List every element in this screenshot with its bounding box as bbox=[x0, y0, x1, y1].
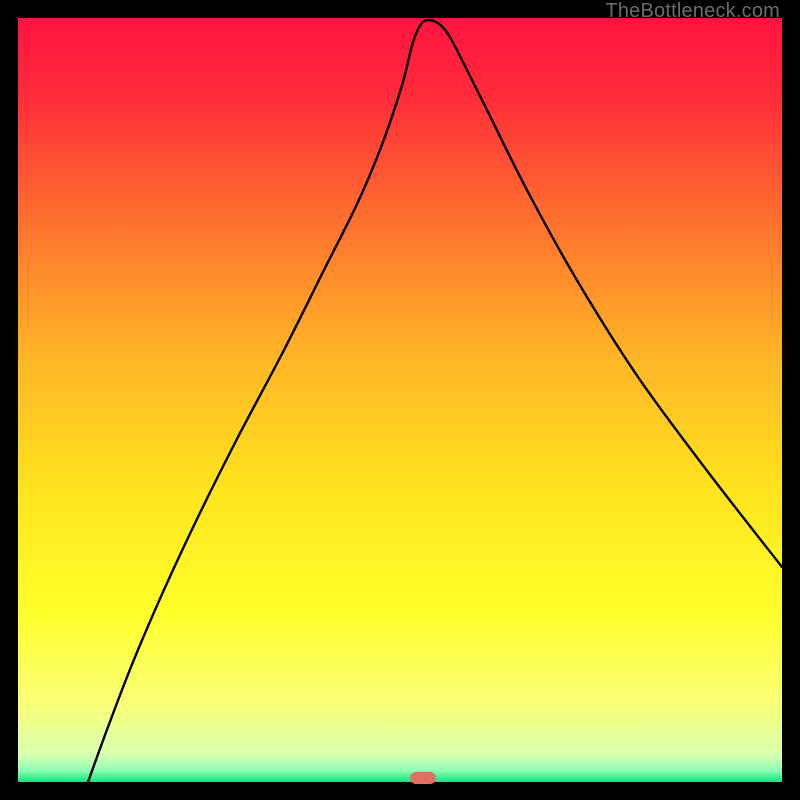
heat-gradient-background bbox=[18, 18, 782, 782]
watermark-label: TheBottleneck.com bbox=[605, 0, 780, 23]
bottleneck-plot bbox=[18, 18, 782, 782]
chart-frame bbox=[18, 18, 782, 782]
optimal-point-marker bbox=[410, 772, 436, 784]
